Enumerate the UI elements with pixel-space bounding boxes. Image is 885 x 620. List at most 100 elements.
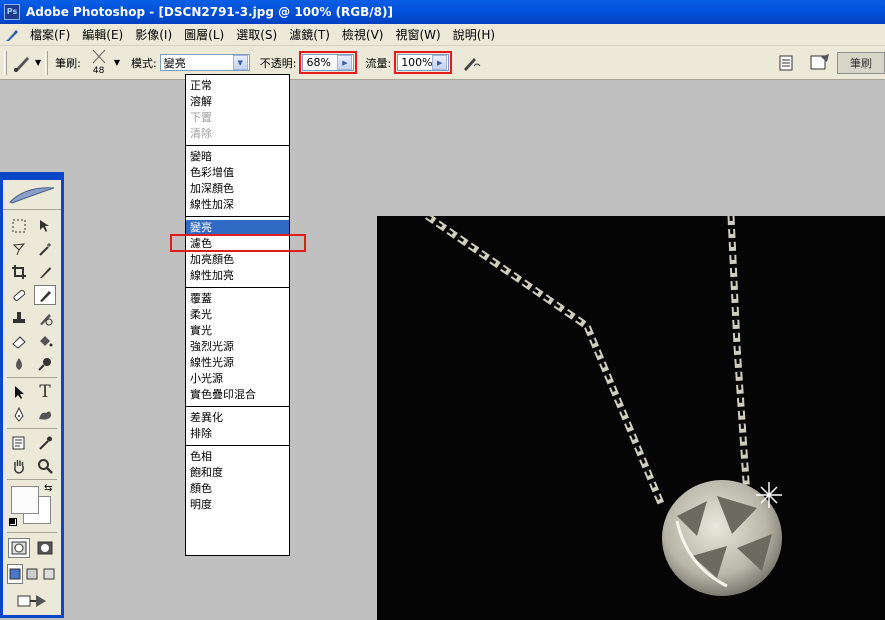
brush-picker-arrow-icon[interactable]: ▼ — [114, 58, 120, 67]
toolbox-separator — [7, 377, 57, 378]
full-screen-menu-mode-icon[interactable] — [24, 564, 40, 584]
blend-group-normal: 正常 溶解 下置 清除 — [186, 75, 289, 146]
blend-mode-item[interactable]: 強烈光源 — [186, 339, 289, 355]
opacity-slider-arrow-icon[interactable]: ▶ — [337, 55, 353, 70]
custom-shape-tool-icon[interactable] — [34, 405, 56, 425]
title-bar: Ps Adobe Photoshop - [DSCN2791-3.jpg @ 1… — [0, 0, 885, 24]
toolbox-header[interactable] — [3, 180, 61, 210]
options-grip[interactable] — [4, 50, 7, 75]
image-size-icon[interactable] — [809, 53, 831, 73]
blend-mode-item[interactable]: 覆蓋 — [186, 291, 289, 307]
blend-mode-item[interactable]: 色彩增值 — [186, 165, 289, 181]
menu-image[interactable]: 影像(I) — [129, 25, 178, 45]
standard-mode-icon[interactable] — [8, 538, 30, 558]
magic-wand-tool-icon[interactable] — [34, 239, 56, 259]
type-tool-icon[interactable]: T — [34, 382, 56, 402]
toolbox-separator — [7, 532, 57, 533]
standard-screen-mode-icon[interactable] — [6, 564, 23, 584]
slice-tool-icon[interactable] — [34, 262, 56, 282]
brush-size-picker[interactable]: 48 — [86, 48, 112, 78]
swap-colors-icon[interactable]: ⇆ — [44, 483, 52, 494]
blend-mode-item[interactable]: 變暗 — [186, 149, 289, 165]
menu-bar: 檔案(F) 編輯(E) 影像(I) 圖層(L) 選取(S) 濾鏡(T) 檢視(V… — [0, 24, 885, 46]
blend-mode-item[interactable]: 明度 — [186, 497, 289, 513]
path-selection-tool-icon[interactable] — [8, 382, 30, 402]
dodge-tool-icon[interactable] — [34, 354, 56, 374]
blend-mode-item[interactable]: 線性加深 — [186, 197, 289, 213]
default-colors-icon[interactable] — [9, 518, 17, 526]
options-bar: ▼ 筆刷: 48 ▼ 模式: 變亮 ▼ 不透明: 68% ▶ 流量: 100% … — [0, 46, 885, 80]
history-brush-tool-icon[interactable] — [34, 308, 56, 328]
blend-mode-item[interactable]: 排除 — [186, 426, 289, 442]
blend-mode-item[interactable]: 色相 — [186, 449, 289, 465]
full-screen-mode-icon[interactable] — [41, 564, 57, 584]
blend-mode-item[interactable]: 差異化 — [186, 410, 289, 426]
blend-mode-item-selected[interactable]: 變亮 — [186, 220, 289, 236]
blend-mode-item[interactable]: 正常 — [186, 78, 289, 94]
blend-mode-item[interactable]: 加深顏色 — [186, 181, 289, 197]
eraser-tool-icon[interactable] — [8, 331, 30, 351]
toolbox: T ⇆ — [0, 172, 64, 618]
menu-window[interactable]: 視窗(W) — [389, 25, 446, 45]
blend-group-inversion: 差異化 排除 — [186, 407, 289, 446]
paint-bucket-tool-icon[interactable] — [34, 331, 56, 351]
notes-tool-icon[interactable] — [8, 433, 30, 453]
blend-mode-item[interactable]: 濾色 — [186, 236, 289, 252]
blend-mode-item[interactable]: 小光源 — [186, 371, 289, 387]
blend-mode-item[interactable]: 飽和度 — [186, 465, 289, 481]
hand-tool-icon[interactable] — [8, 456, 30, 476]
menu-view[interactable]: 檢視(V) — [336, 25, 390, 45]
eyedropper-tool-icon[interactable] — [34, 433, 56, 453]
blend-mode-item-disabled: 下置 — [190, 111, 212, 124]
pen-tool-icon[interactable] — [8, 405, 30, 425]
palette-well: 筆刷 — [777, 50, 885, 76]
blend-mode-item[interactable]: 線性光源 — [186, 355, 289, 371]
blend-mode-item[interactable]: 加亮顏色 — [186, 252, 289, 268]
blur-tool-icon[interactable] — [8, 354, 30, 374]
healing-brush-tool-icon[interactable] — [8, 285, 30, 305]
blend-mode-item[interactable]: 實光 — [186, 323, 289, 339]
menu-edit[interactable]: 編輯(E) — [76, 25, 129, 45]
opacity-highlight: 68% ▶ — [299, 51, 358, 74]
preset-dropdown-arrow-icon[interactable]: ▼ — [35, 58, 41, 67]
photoshop-logo-icon: Ps — [4, 4, 20, 20]
blend-mode-item[interactable]: 顏色 — [186, 481, 289, 497]
opacity-value: 68% — [306, 56, 331, 69]
marquee-tool-icon[interactable] — [8, 216, 30, 236]
blend-mode-item[interactable]: 溶解 — [186, 94, 289, 110]
menu-select[interactable]: 選取(S) — [230, 25, 283, 45]
menu-file[interactable]: 檔案(F) — [24, 25, 76, 45]
menu-help[interactable]: 說明(H) — [447, 25, 501, 45]
mode-select-value: 變亮 — [163, 56, 186, 70]
jump-to-imageready-icon[interactable] — [12, 591, 52, 611]
menu-filter[interactable]: 濾鏡(T) — [283, 25, 336, 45]
move-tool-icon[interactable] — [34, 216, 56, 236]
foreground-color-swatch[interactable] — [11, 486, 39, 514]
opacity-label: 不透明: — [259, 56, 297, 70]
lasso-tool-icon[interactable] — [8, 239, 30, 259]
menu-layer[interactable]: 圖層(L) — [178, 25, 230, 45]
brush-size-value: 48 — [92, 65, 105, 76]
flow-slider-arrow-icon[interactable]: ▶ — [432, 55, 448, 70]
clone-stamp-tool-icon[interactable] — [8, 308, 30, 328]
zoom-tool-icon[interactable] — [34, 456, 56, 476]
separator — [45, 50, 49, 75]
flow-field[interactable]: 100% ▶ — [397, 54, 450, 71]
brush-tool-icon[interactable] — [34, 284, 56, 305]
airbrush-icon[interactable] — [460, 52, 484, 74]
brushes-palette-tab[interactable]: 筆刷 — [837, 52, 885, 74]
mode-dropdown-arrow-icon[interactable]: ▼ — [232, 55, 248, 70]
opacity-field[interactable]: 68% ▶ — [302, 54, 355, 71]
brush-tool-preset-icon[interactable] — [11, 52, 33, 74]
file-browser-icon[interactable] — [777, 54, 795, 72]
blend-mode-item[interactable]: 柔光 — [186, 307, 289, 323]
blend-mode-item[interactable]: 線性加亮 — [186, 268, 289, 284]
blend-mode-item-disabled: 清除 — [190, 127, 212, 140]
flow-highlight: 100% ▶ — [394, 51, 453, 74]
mode-select[interactable]: 變亮 ▼ — [159, 54, 250, 71]
feather-app-icon[interactable] — [4, 27, 20, 43]
crop-tool-icon[interactable] — [8, 262, 30, 282]
blend-mode-item[interactable]: 實色疊印混合 — [186, 387, 289, 403]
image-canvas[interactable] — [377, 216, 885, 620]
quick-mask-mode-icon[interactable] — [34, 538, 56, 558]
